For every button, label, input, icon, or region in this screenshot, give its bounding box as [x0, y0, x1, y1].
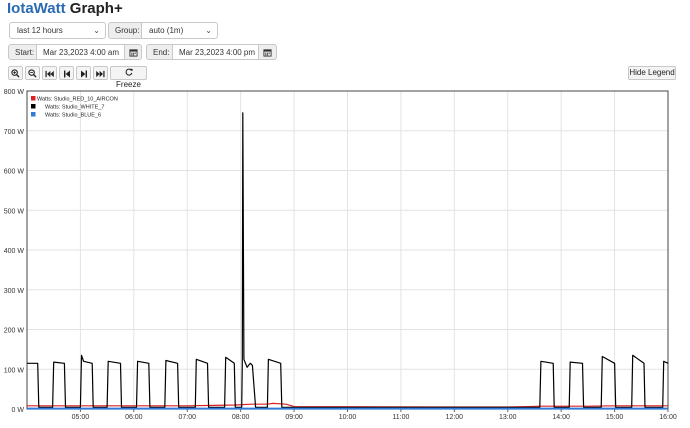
x-tick-label: 16:00	[659, 414, 677, 421]
skip-forward-button[interactable]	[93, 66, 108, 80]
chevron-down-icon: ⌄	[205, 26, 212, 35]
x-tick-label: 13:00	[499, 414, 517, 421]
zoom-in-button[interactable]	[8, 66, 23, 80]
period-select-value: last 12 hours	[17, 26, 63, 35]
app-title: IotaWatt Graph+	[7, 0, 123, 18]
x-tick-label: 08:00	[232, 414, 250, 421]
end-label: End:	[146, 44, 173, 60]
x-tick-label: 07:00	[178, 414, 196, 421]
start-label: Start:	[8, 44, 37, 60]
chevron-down-icon: ⌄	[93, 26, 100, 35]
x-tick-label: 10:00	[339, 414, 357, 421]
zoom-out-button[interactable]	[25, 66, 40, 80]
legend-swatch	[31, 96, 36, 101]
y-tick-label: 800 W	[4, 89, 25, 96]
skip-back-icon	[45, 70, 54, 78]
hide-legend-button[interactable]: Hide Legend	[628, 66, 676, 80]
step-back-button[interactable]	[59, 66, 74, 80]
calendar-icon	[128, 49, 138, 57]
start-calendar-button[interactable]	[124, 44, 142, 60]
calendar-icon	[263, 49, 272, 57]
legend-label: Watts: Studio_BLUE_6	[45, 113, 101, 119]
y-tick-label: 700 W	[4, 129, 25, 136]
y-tick-label: 300 W	[4, 288, 25, 295]
step-back-icon	[63, 70, 70, 78]
refresh-icon	[125, 68, 133, 76]
x-tick-label: 06:00	[125, 414, 143, 421]
skip-forward-icon	[96, 70, 105, 78]
x-tick-label: 15:00	[606, 414, 624, 421]
y-tick-label: 500 W	[4, 208, 25, 215]
freeze-button[interactable]: Freeze	[110, 66, 147, 89]
zoom-in-icon	[11, 69, 20, 78]
end-date-input[interactable]: Mar 23,2023 4:00 pm	[172, 44, 259, 60]
y-tick-label: 600 W	[4, 169, 25, 176]
period-select[interactable]: last 12 hours ⌄	[9, 22, 106, 39]
group-select-value: auto (1m)	[149, 26, 184, 35]
x-tick-label: 14:00	[552, 414, 570, 421]
step-forward-button[interactable]	[76, 66, 91, 80]
y-tick-label: 0 W	[12, 407, 25, 414]
legend-swatch	[31, 104, 36, 109]
group-select[interactable]: auto (1m) ⌄	[141, 22, 218, 39]
skip-back-button[interactable]	[42, 66, 57, 80]
brand-name: IotaWatt	[7, 0, 66, 17]
legend-label: Watts: Studio_RED_10_AIRCON	[37, 97, 118, 103]
title-suffix: Graph+	[69, 0, 123, 17]
start-date-input[interactable]: Mar 23,2023 4:00 am	[36, 44, 125, 60]
zoom-out-icon	[28, 69, 37, 78]
y-tick-label: 400 W	[4, 248, 25, 255]
x-tick-label: 11:00	[392, 414, 409, 421]
group-label: Group:	[108, 22, 142, 39]
end-calendar-button[interactable]	[258, 44, 277, 60]
power-chart-svg: 0 W 100 W 200 W 300 W 400 W 500 W 600 W 700 W 80…	[4, 89, 677, 421]
x-tick-label: 09:00	[285, 414, 303, 421]
x-tick-label: 12:00	[446, 414, 464, 421]
y-tick-label: 200 W	[4, 328, 25, 335]
y-tick-label: 100 W	[4, 367, 25, 374]
legend-swatch	[31, 112, 36, 117]
hide-legend-label: Hide Legend	[629, 68, 675, 77]
step-forward-icon	[80, 70, 87, 78]
x-tick-label: 05:00	[72, 414, 90, 421]
power-chart: 0 W 100 W 200 W 300 W 400 W 500 W 600 W 700 W 80…	[0, 88, 690, 423]
legend-label: Watts: Studio_WHITE_7	[45, 105, 104, 111]
